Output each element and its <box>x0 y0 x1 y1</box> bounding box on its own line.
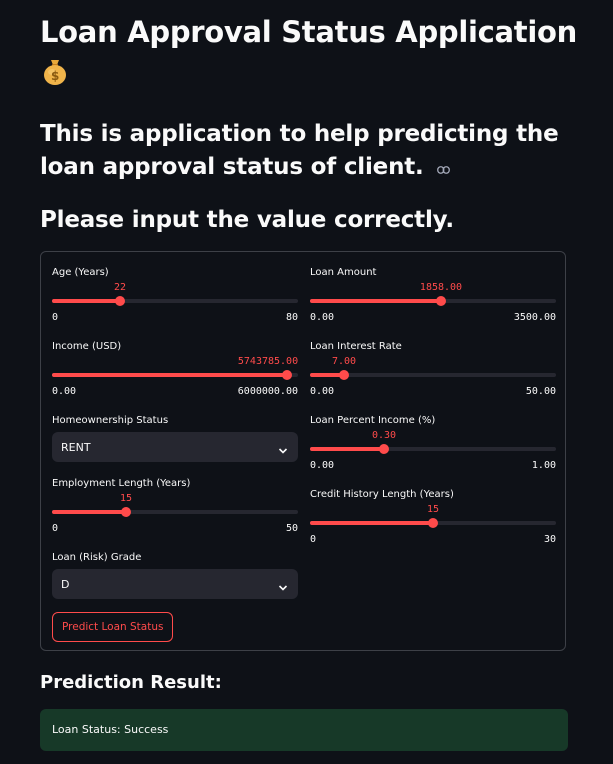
income-label: Income (USD) <box>52 341 122 352</box>
age-slider-thumb[interactable] <box>115 296 125 306</box>
interest-rate-max: 50.00 <box>525 386 556 397</box>
loan-grade-label: Loan (Risk) Grade <box>52 552 142 563</box>
employment-length-label: Employment Length (Years) <box>52 478 191 489</box>
loan-amount-max: 3500.00 <box>513 312 556 323</box>
interest-rate-label: Loan Interest Rate <box>310 341 402 352</box>
loan-status-text: Loan Status: Success <box>52 723 169 736</box>
income-value: 5743785.00 <box>237 356 299 367</box>
credit-history-slider-thumb[interactable] <box>428 518 438 528</box>
interest-rate-slider[interactable]: 7.00 0.00 50.00 <box>310 354 556 397</box>
loan-form: Age (Years) 22 0 80 Income (USD) 5743785… <box>40 251 566 651</box>
subtitle-heading: This is application to help predicting t… <box>40 118 585 184</box>
prediction-result-heading: Prediction Result: <box>40 672 222 693</box>
income-max: 6000000.00 <box>237 386 298 397</box>
age-value: 22 <box>113 282 127 293</box>
loan-grade-value: D <box>61 578 70 591</box>
age-slider[interactable]: 22 0 80 <box>52 280 298 323</box>
homeownership-label: Homeownership Status <box>52 415 169 426</box>
loan-amount-value: 1858.00 <box>419 282 463 293</box>
interest-rate-value: 7.00 <box>331 356 357 367</box>
homeownership-value: RENT <box>61 441 91 454</box>
loan-amount-slider-thumb[interactable] <box>436 296 446 306</box>
age-min: 0 <box>52 312 59 323</box>
percent-income-value: 0.30 <box>371 430 397 441</box>
credit-history-slider-fill <box>310 521 433 525</box>
percent-income-slider-fill <box>310 447 384 451</box>
chevron-down-icon[interactable] <box>278 578 288 597</box>
credit-history-label: Credit History Length (Years) <box>310 489 454 500</box>
interest-rate-min: 0.00 <box>310 386 335 397</box>
age-slider-fill <box>52 299 120 303</box>
income-slider-fill <box>52 373 287 377</box>
credit-history-min: 0 <box>310 534 317 545</box>
interest-rate-slider-thumb[interactable] <box>339 370 349 380</box>
homeownership-select[interactable]: RENT <box>52 432 298 462</box>
loan-amount-label: Loan Amount <box>310 267 377 278</box>
predict-loan-status-button[interactable]: Predict Loan Status <box>52 612 174 642</box>
percent-income-min: 0.00 <box>310 460 335 471</box>
employment-length-slider-fill <box>52 510 126 514</box>
loan-amount-slider-fill <box>310 299 441 303</box>
income-min: 0.00 <box>52 386 77 397</box>
page-title-text: Loan Approval Status Application <box>40 15 577 49</box>
credit-history-slider[interactable]: 15 0 30 <box>310 502 556 545</box>
loan-amount-slider[interactable]: 1858.00 0.00 3500.00 <box>310 280 556 323</box>
prediction-result-box: Loan Status: Success <box>40 709 568 751</box>
percent-income-slider-thumb[interactable] <box>379 444 389 454</box>
income-slider-thumb[interactable] <box>282 370 292 380</box>
credit-history-value: 15 <box>426 504 440 515</box>
employment-length-min: 0 <box>52 523 59 534</box>
instruction-heading: Please input the value correctly. <box>40 207 454 233</box>
age-max: 80 <box>285 312 298 323</box>
page-title: Loan Approval Status Application $ <box>40 14 580 94</box>
loan-amount-min: 0.00 <box>310 312 335 323</box>
employment-length-value: 15 <box>119 493 133 504</box>
percent-income-label: Loan Percent Income (%) <box>310 415 436 426</box>
employment-length-max: 50 <box>285 523 298 534</box>
employment-length-slider[interactable]: 15 0 50 <box>52 491 298 534</box>
employment-length-slider-thumb[interactable] <box>121 507 131 517</box>
age-label: Age (Years) <box>52 267 109 278</box>
percent-income-slider[interactable]: 0.30 0.00 1.00 <box>310 428 556 471</box>
svg-text:$: $ <box>51 69 59 83</box>
money-bag-icon: $ <box>40 56 70 86</box>
credit-history-max: 30 <box>543 534 556 545</box>
chevron-down-icon[interactable] <box>278 441 288 460</box>
percent-income-max: 1.00 <box>531 460 556 471</box>
income-slider[interactable]: 5743785.00 0.00 6000000.00 <box>52 354 299 397</box>
subtitle-text: This is application to help predicting t… <box>40 121 559 180</box>
anchor-link-icon[interactable] <box>437 151 451 184</box>
loan-grade-select[interactable]: D <box>52 569 298 599</box>
